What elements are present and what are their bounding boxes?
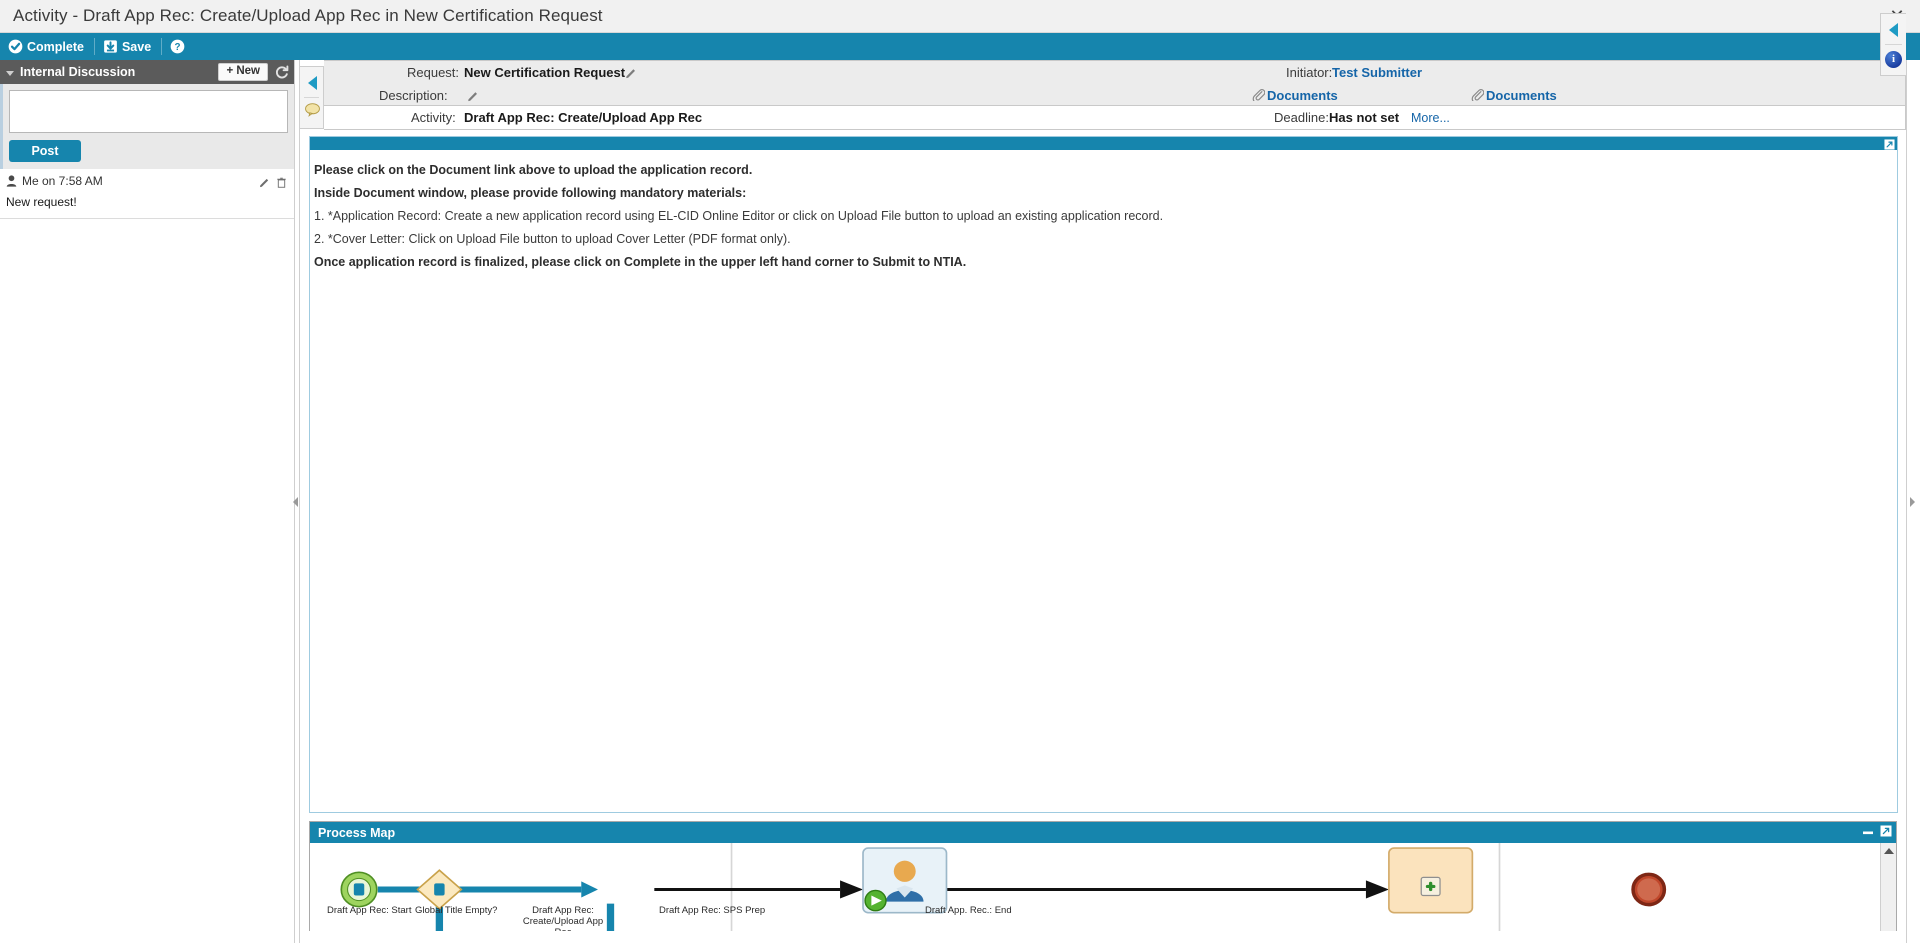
instruction-line: Inside Document window, please provide f… bbox=[314, 186, 747, 200]
main-content: Internal Discussion + New Post Me on 7:5… bbox=[0, 13, 1920, 943]
center-column: Request: New Certification Request Initi… bbox=[300, 60, 1906, 943]
edit-pencil-icon[interactable] bbox=[467, 90, 479, 102]
documents-link-left[interactable]: Documents bbox=[1252, 88, 1338, 104]
save-button[interactable]: Save bbox=[95, 33, 161, 60]
minimize-icon[interactable] bbox=[1862, 825, 1874, 837]
window-title-bar: Activity - Draft App Rec: Create/Upload … bbox=[0, 0, 1920, 33]
collapse-right-button[interactable] bbox=[1881, 17, 1906, 43]
rail-divider bbox=[304, 97, 319, 98]
process-map-panel: Process Map Draft App Rec: Start Global … bbox=[309, 821, 1897, 943]
request-label: Request: bbox=[407, 65, 460, 80]
refresh-icon[interactable] bbox=[274, 64, 290, 80]
request-value: New Certification Request bbox=[464, 65, 626, 80]
bottom-strip bbox=[300, 931, 1906, 943]
triangle-left-icon bbox=[307, 76, 317, 90]
discussion-input[interactable] bbox=[9, 90, 288, 133]
right-mini-rail: i bbox=[1880, 13, 1906, 76]
discussion-item-body: New request! bbox=[6, 195, 77, 209]
process-node-label-start: Draft App Rec: Start bbox=[327, 905, 412, 916]
question-mark-icon: ? bbox=[170, 39, 185, 54]
documents-link-right-label: Documents bbox=[1486, 88, 1557, 103]
delete-trash-icon[interactable] bbox=[276, 175, 287, 188]
process-map-canvas[interactable]: Draft App Rec: Start Global Title Empty?… bbox=[310, 843, 1896, 942]
edit-pencil-icon[interactable] bbox=[259, 175, 270, 188]
info-button[interactable]: i bbox=[1881, 46, 1906, 72]
request-row: Request: New Certification Request Initi… bbox=[324, 61, 1905, 84]
instruction-line: Please click on the Document link above … bbox=[314, 163, 753, 177]
right-panel-splitter[interactable] bbox=[1906, 60, 1920, 943]
user-avatar-icon bbox=[6, 175, 17, 187]
action-toolbar: Complete Save ? bbox=[0, 33, 1920, 60]
list-item: Me on 7:58 AM New request! bbox=[0, 169, 294, 219]
internal-discussion-title: Internal Discussion bbox=[20, 65, 136, 79]
internal-discussion-panel: Internal Discussion + New Post Me on 7:5… bbox=[0, 60, 295, 943]
comment-bubble-icon bbox=[304, 102, 321, 122]
check-circle-icon bbox=[8, 39, 23, 54]
save-disk-icon bbox=[103, 39, 118, 54]
request-value-group: New Certification Request bbox=[464, 65, 637, 80]
description-value-group bbox=[467, 90, 479, 102]
initiator-label: Initiator: bbox=[1286, 65, 1333, 80]
instructions-body: Please click on the Document link above … bbox=[310, 150, 1897, 812]
request-info-block: Request: New Certification Request Initi… bbox=[324, 60, 1906, 106]
rail-divider bbox=[1885, 44, 1902, 45]
activity-info-bar: Activity: Draft App Rec: Create/Upload A… bbox=[324, 106, 1906, 130]
complete-label: Complete bbox=[27, 39, 84, 54]
documents-link-left-label: Documents bbox=[1267, 88, 1338, 103]
process-node-label-end: Draft App. Rec.: End bbox=[925, 905, 1012, 916]
activity-value: Draft App Rec: Create/Upload App Rec bbox=[464, 110, 703, 125]
splitter-handle-icon bbox=[1910, 496, 1915, 507]
instructions-panel: Please click on the Document link above … bbox=[309, 136, 1898, 813]
discussion-compose-area: Post bbox=[0, 84, 294, 169]
popout-icon[interactable] bbox=[1884, 137, 1895, 150]
comments-button[interactable] bbox=[300, 99, 324, 125]
description-row: Description: Documents Documents bbox=[324, 84, 1905, 107]
activity-label: Activity: bbox=[411, 110, 456, 125]
help-button[interactable]: ? bbox=[162, 33, 195, 60]
discussion-item-meta: Me on 7:58 AM bbox=[6, 174, 288, 188]
collapse-header-button[interactable] bbox=[300, 70, 324, 96]
instructions-title-bar bbox=[310, 137, 1897, 150]
more-link[interactable]: More... bbox=[1411, 111, 1450, 125]
process-map-header: Process Map bbox=[310, 822, 1896, 843]
splitter-handle-icon bbox=[293, 496, 298, 507]
left-mini-rail bbox=[300, 66, 324, 129]
instruction-line: Once application record is finalized, pl… bbox=[314, 255, 967, 269]
process-node-label-sps: Draft App Rec: SPS Prep bbox=[659, 905, 766, 916]
process-map-title: Process Map bbox=[318, 825, 396, 840]
process-map-controls bbox=[1862, 825, 1892, 837]
triangle-left-icon bbox=[1889, 23, 1898, 37]
documents-link-right[interactable]: Documents bbox=[1471, 88, 1557, 104]
instruction-line: 2. *Cover Letter: Click on Upload File b… bbox=[314, 232, 791, 246]
initiator-value[interactable]: Test Submitter bbox=[1332, 65, 1422, 80]
description-label: Description: bbox=[379, 88, 448, 103]
instruction-line: 1. *Application Record: Create a new app… bbox=[314, 209, 1164, 223]
edit-pencil-icon[interactable] bbox=[625, 67, 637, 79]
save-label: Save bbox=[121, 39, 152, 54]
discussion-item-actions bbox=[259, 175, 287, 188]
popout-icon[interactable] bbox=[1880, 825, 1892, 837]
svg-text:?: ? bbox=[175, 42, 181, 53]
new-discussion-button[interactable]: + New bbox=[218, 63, 268, 81]
deadline-value: Has not set bbox=[1329, 110, 1400, 125]
process-map-scrollbar[interactable] bbox=[1880, 843, 1896, 942]
scroll-up-icon[interactable] bbox=[1883, 848, 1894, 854]
post-button[interactable]: Post bbox=[9, 140, 81, 162]
internal-discussion-header: Internal Discussion + New bbox=[0, 60, 294, 84]
process-node-label-gateway: Global Title Empty? bbox=[415, 905, 498, 916]
chevron-down-icon[interactable] bbox=[6, 70, 14, 76]
window-title: Activity - Draft App Rec: Create/Upload … bbox=[13, 6, 603, 25]
discussion-list: Me on 7:58 AM New request! bbox=[0, 169, 294, 943]
info-icon: i bbox=[1885, 50, 1902, 68]
paperclip-icon bbox=[1252, 88, 1266, 104]
deadline-label: Deadline: bbox=[1274, 110, 1329, 125]
complete-button[interactable]: Complete bbox=[6, 33, 94, 60]
discussion-item-author: Me on 7:58 AM bbox=[22, 174, 103, 188]
paperclip-icon bbox=[1471, 88, 1485, 104]
